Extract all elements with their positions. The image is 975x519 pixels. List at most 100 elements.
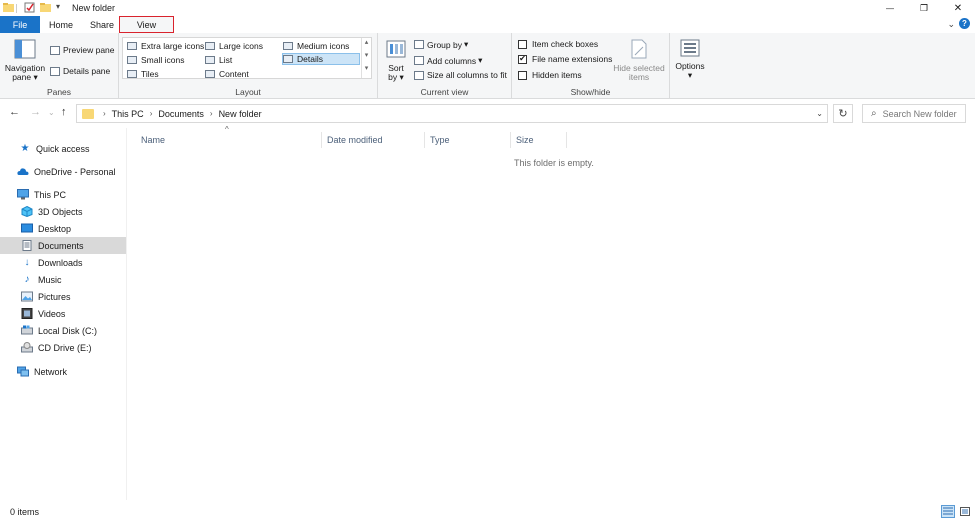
column-header-name[interactable]: Name: [136, 132, 322, 148]
layout-large-icons[interactable]: Large icons: [205, 40, 263, 52]
up-arrow-icon[interactable]: ↑: [61, 106, 67, 118]
item-check-boxes-label: Item check boxes: [532, 39, 599, 49]
address-bar[interactable]: › This PC › Documents › New folder ⌄: [76, 104, 828, 123]
help-icon[interactable]: ?: [959, 18, 970, 29]
large-icons-view-button[interactable]: [958, 505, 972, 518]
content-icon: [205, 70, 215, 78]
nav-item-quick-access[interactable]: ★ Quick access: [0, 140, 126, 157]
properties-icon[interactable]: [24, 2, 35, 13]
layout-list[interactable]: List: [205, 54, 232, 66]
item-check-boxes-box[interactable]: [518, 39, 527, 49]
minimize-icon: —: [886, 3, 894, 13]
breadcrumb-separator-icon[interactable]: ›: [210, 109, 213, 118]
column-header-date-modified[interactable]: Date modified: [322, 132, 425, 148]
layout-scroll[interactable]: ▴ ▾ ▾: [361, 38, 371, 78]
layout-item-label: Extra large icons: [141, 41, 205, 51]
search-input[interactable]: ⌕ Search New folder: [862, 104, 966, 123]
breadcrumb-separator-icon[interactable]: ›: [103, 109, 106, 118]
extra-large-icons-icon: [127, 42, 137, 50]
sort-by-button[interactable]: Sort by ▾: [384, 39, 408, 82]
nav-item-documents[interactable]: Documents: [0, 237, 126, 254]
close-icon: ✕: [953, 2, 963, 14]
add-columns-icon: [414, 56, 424, 65]
refresh-button[interactable]: ↻: [833, 104, 853, 123]
nav-item-local-disk[interactable]: Local Disk (C:): [0, 322, 126, 339]
forward-arrow-icon[interactable]: →: [30, 106, 41, 118]
layout-details[interactable]: Details: [282, 53, 360, 65]
breadcrumb-this-pc[interactable]: This PC: [112, 109, 144, 119]
details-pane-label: Details pane: [63, 66, 111, 76]
nav-item-music[interactable]: ♪ Music: [0, 271, 126, 288]
preview-pane-label: Preview pane: [63, 45, 115, 55]
options-group: Options ▾: [670, 33, 710, 99]
nav-item-downloads[interactable]: ↓ Downloads: [0, 254, 126, 271]
minimize-button[interactable]: —: [875, 0, 905, 16]
add-columns-button[interactable]: Add columns ▾: [414, 55, 482, 66]
address-dropdown-icon[interactable]: ⌄: [816, 109, 823, 118]
file-name-extensions-box[interactable]: ✔: [518, 54, 527, 64]
column-header-type[interactable]: Type: [425, 132, 511, 148]
scroll-down-icon[interactable]: ▾: [362, 51, 371, 64]
size-all-columns-button[interactable]: Size all columns to fit: [414, 70, 507, 80]
new-folder-icon[interactable]: [40, 2, 51, 13]
tab-share[interactable]: Share: [82, 16, 122, 33]
nav-item-label: This PC: [34, 189, 67, 200]
navigation-pane-icon: [14, 39, 36, 59]
breadcrumb-new-folder[interactable]: New folder: [219, 109, 262, 119]
back-arrow-icon[interactable]: ←: [9, 106, 20, 118]
options-button[interactable]: Options ▾: [672, 39, 708, 80]
details-pane-button[interactable]: Details pane: [50, 66, 110, 76]
nav-item-pictures[interactable]: Pictures: [0, 288, 126, 305]
close-button[interactable]: ✕: [943, 0, 973, 16]
nav-item-videos[interactable]: Videos: [0, 305, 126, 322]
hide-selected-icon: [631, 39, 647, 59]
layout-item-label: Medium icons: [297, 41, 350, 51]
collapse-ribbon-icon[interactable]: ⌄: [947, 19, 955, 30]
tab-file[interactable]: File: [0, 16, 40, 33]
show-hide-group: Item check boxes ✔ File name extensions …: [512, 33, 670, 99]
expand-gallery-icon[interactable]: ▾: [362, 64, 371, 77]
column-header-size[interactable]: Size: [511, 132, 567, 148]
item-check-boxes-checkbox[interactable]: Item check boxes: [518, 39, 598, 49]
nav-item-desktop[interactable]: Desktop: [0, 220, 126, 237]
nav-item-this-pc[interactable]: This PC: [0, 186, 126, 203]
list-icon: [205, 56, 215, 64]
nav-item-label: Desktop: [38, 223, 72, 234]
nav-item-network[interactable]: Network: [0, 363, 126, 380]
hide-selected-items-button[interactable]: Hide selected items: [612, 39, 666, 82]
nav-item-onedrive[interactable]: OneDrive - Personal: [0, 163, 126, 180]
checkmark-icon: ✔: [519, 54, 526, 63]
music-icon: ♪: [24, 274, 30, 285]
address-row: ← → ⌄ ↑ › This PC › Documents › New fold…: [0, 100, 975, 127]
hide-selected-label-2: items: [628, 72, 650, 82]
nav-item-3d-objects[interactable]: 3D Objects: [0, 203, 126, 220]
scroll-up-icon[interactable]: ▴: [362, 38, 371, 51]
breadcrumb-separator-icon[interactable]: ›: [150, 109, 153, 118]
recent-locations-icon[interactable]: ⌄: [48, 108, 55, 117]
navigation-pane-label-2: pane: [12, 72, 32, 82]
group-by-button[interactable]: Group by ▾: [414, 39, 468, 50]
layout-medium-icons[interactable]: Medium icons: [283, 40, 349, 52]
layout-content[interactable]: Content: [205, 68, 249, 80]
restore-button[interactable]: ❐: [909, 0, 939, 16]
layout-small-icons[interactable]: Small icons: [127, 54, 184, 66]
layout-group-label: Layout: [235, 87, 261, 97]
breadcrumb-documents[interactable]: Documents: [158, 109, 204, 119]
videos-icon: [21, 308, 33, 319]
navigation-pane-button[interactable]: Navigation pane ▾: [4, 39, 46, 82]
details-view-button[interactable]: [941, 505, 955, 518]
tab-home[interactable]: Home: [40, 16, 82, 33]
folder-icon: [82, 108, 94, 119]
hidden-items-box[interactable]: [518, 70, 527, 80]
nav-item-cd-drive[interactable]: CD Drive (E:): [0, 339, 126, 356]
customize-quick-access-icon[interactable]: ▾: [56, 2, 60, 11]
preview-pane-button[interactable]: Preview pane: [50, 45, 115, 55]
file-name-extensions-checkbox[interactable]: ✔ File name extensions: [518, 54, 612, 64]
hidden-items-label: Hidden items: [532, 70, 582, 80]
nav-item-label: Local Disk (C:): [38, 325, 98, 336]
layout-tiles[interactable]: Tiles: [127, 68, 159, 80]
tab-view[interactable]: View: [119, 16, 174, 33]
layout-extra-large-icons[interactable]: Extra large icons: [127, 40, 204, 52]
hidden-items-checkbox[interactable]: Hidden items: [518, 70, 582, 80]
layout-item-label: Details: [297, 54, 323, 64]
